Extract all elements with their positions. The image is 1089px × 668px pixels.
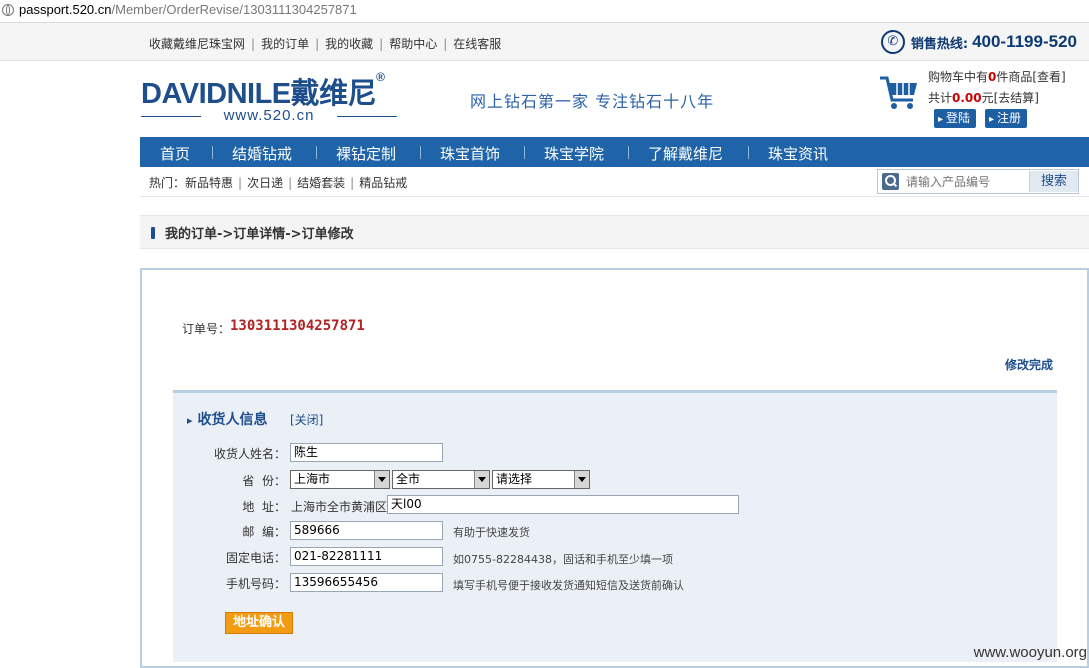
nav-academy[interactable]: 珠宝学院	[544, 143, 604, 164]
address-prefix: 上海市全市黄浦区	[291, 500, 388, 514]
hot-links: 热门：新品特惠 | 次日递 | 结婚套装 | 精品钻戒	[149, 176, 408, 190]
cart-summary: 购物车中有0件商品[查看] 共计0.00元[去结算]	[928, 67, 1066, 109]
nav-custom-diamonds[interactable]: 裸钻定制	[336, 143, 396, 164]
watermark: www.wooyun.org	[973, 644, 1087, 661]
cart-count-line[interactable]: 购物车中有0件商品[查看]	[928, 67, 1066, 88]
recipient-name-input[interactable]: 陈生	[290, 443, 443, 462]
order-number: 1303111304257871	[230, 318, 365, 334]
breadcrumb-bar: 我的订单->订单详情->订单修改	[140, 215, 1089, 249]
hot-label: 热门：	[149, 176, 186, 190]
finish-edit-link[interactable]: 修改完成	[1005, 356, 1053, 373]
hot-link-fine-rings[interactable]: 精品钻戒	[359, 176, 407, 190]
sales-hotline: ✆ 销售热线: 400-1199-520	[880, 29, 1077, 55]
mobile-input[interactable]: 13596655456	[290, 573, 443, 592]
zip-label: 邮 编：	[242, 525, 286, 539]
bookmark-site-link[interactable]: 收藏戴维尼珠宝网	[149, 37, 245, 51]
browser-address-bar[interactable]: passport.520.cn/Member/OrderRevise/13031…	[0, 0, 1089, 23]
address-label: 地 址：	[242, 500, 286, 514]
nav-news[interactable]: 珠宝资讯	[768, 143, 828, 164]
province-label: 省 份：	[242, 474, 286, 488]
my-orders-link[interactable]: 我的订单	[261, 37, 309, 51]
main-nav: 首页 结婚钻戒 裸钻定制 珠宝首饰 珠宝学院 了解戴维尼 珠宝资讯	[140, 137, 1089, 167]
chevron-down-icon	[474, 471, 489, 488]
hot-links-bar: 热门：新品特惠|次日递|结婚套装|精品钻戒 搜索	[140, 167, 1089, 197]
globe-icon	[2, 4, 14, 16]
url-text[interactable]: passport.520.cn/Member/OrderRevise/13031…	[19, 2, 357, 17]
search-box: 搜索	[877, 169, 1079, 194]
help-center-link[interactable]: 帮助中心	[389, 37, 437, 51]
slogan: 网上钻石第一家 专注钻石十八年	[470, 92, 715, 111]
cart-total-line[interactable]: 共计0.00元[去结算]	[928, 88, 1066, 109]
nav-jewelry[interactable]: 珠宝首饰	[440, 143, 500, 164]
register-button[interactable]: 注册	[985, 109, 1028, 128]
search-input[interactable]	[904, 172, 1028, 192]
order-number-label: 订单号：	[182, 322, 231, 336]
hotline-label: 销售热线:	[910, 36, 969, 52]
search-button[interactable]: 搜索	[1029, 171, 1078, 192]
phone-label: 固定电话：	[225, 551, 286, 565]
phone-icon: ✆	[880, 30, 905, 54]
online-service-link[interactable]: 在线客服	[453, 37, 501, 51]
url-domain: passport.520.cn	[19, 2, 112, 17]
breadcrumb: 我的订单->订单详情->订单修改	[165, 227, 354, 242]
name-label: 收货人姓名：	[213, 447, 286, 461]
chevron-down-icon	[374, 471, 389, 488]
mobile-hint: 填写手机号便于接收发货通知短信及送货前确认	[453, 579, 684, 592]
top-links: 收藏戴维尼珠宝网 | 我的订单 | 我的收藏 | 帮助中心 | 在线客服	[149, 37, 502, 51]
mobile-label: 手机号码：	[225, 577, 286, 591]
site-logo[interactable]: DAVIDNILE戴维尼® www.520.cn	[141, 70, 421, 130]
logo-brand: DAVIDNILE戴维尼®	[141, 70, 385, 110]
close-section-link[interactable]: [关闭]	[290, 411, 323, 428]
phone-input[interactable]: 021-82281111	[290, 547, 443, 566]
hotline-number: 400-1199-520	[972, 32, 1077, 51]
province-select[interactable]: 上海市	[290, 470, 390, 489]
hot-link-next-day[interactable]: 次日递	[247, 176, 283, 190]
top-utility-bar: 收藏戴维尼珠宝网 | 我的订单 | 我的收藏 | 帮助中心 | 在线客服 ✆ 销售热线: 400…	[0, 23, 1089, 61]
recipient-title: 收货人信息	[187, 409, 268, 429]
my-favorites-link[interactable]: 我的收藏	[325, 37, 373, 51]
nav-about[interactable]: 了解戴维尼	[648, 143, 723, 164]
cart-icon[interactable]	[879, 73, 919, 111]
district-select[interactable]: 请选择	[492, 470, 590, 489]
hot-link-wedding-set[interactable]: 结婚套装	[297, 176, 345, 190]
breadcrumb-marker	[151, 227, 155, 239]
chevron-down-icon	[574, 471, 589, 488]
zip-input[interactable]: 589666	[290, 521, 443, 540]
logo-site-url: www.520.cn	[141, 107, 397, 124]
zip-hint: 有助于快速发货	[453, 526, 530, 539]
address-input[interactable]: 天l00	[387, 495, 739, 514]
confirm-address-button[interactable]: 地址确认	[225, 612, 293, 634]
hot-link-new[interactable]: 新品特惠	[185, 176, 233, 190]
url-path: /Member/OrderRevise/1303111304257871	[111, 2, 357, 17]
nav-wedding-rings[interactable]: 结婚钻戒	[232, 143, 292, 164]
login-button[interactable]: 登陆	[934, 109, 977, 128]
nav-home[interactable]: 首页	[160, 143, 190, 164]
phone-hint: 如0755-82284438，固话和手机至少填一项	[453, 553, 673, 566]
city-select[interactable]: 全市	[392, 470, 490, 489]
search-icon	[882, 173, 899, 190]
